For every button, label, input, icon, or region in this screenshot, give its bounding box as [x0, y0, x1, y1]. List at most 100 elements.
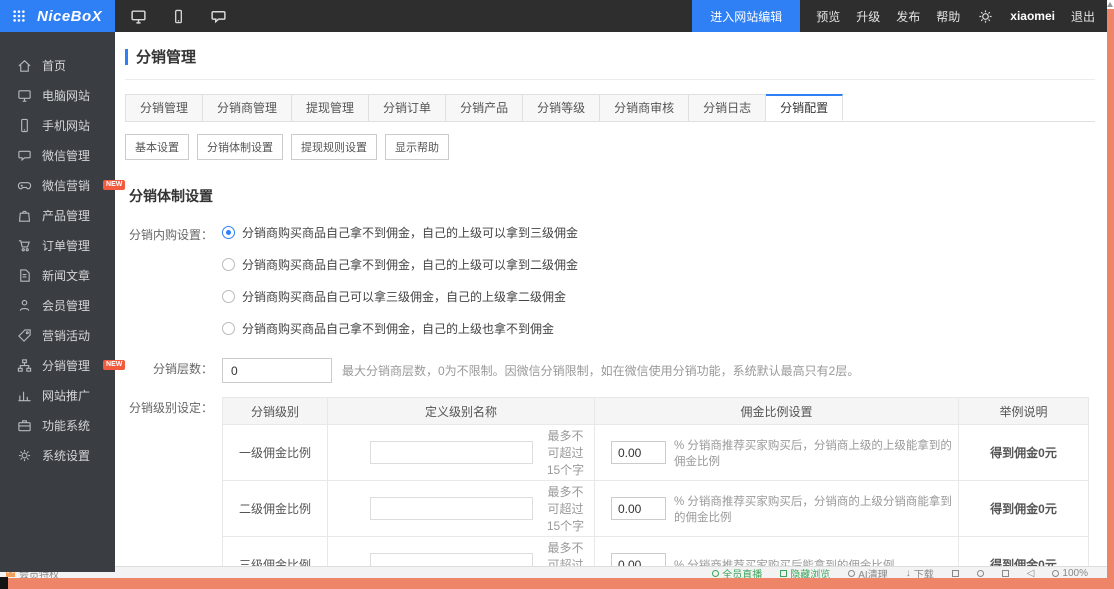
status-zoom-item[interactable]: 100% [1052, 568, 1088, 579]
basic-settings-button[interactable]: 基本设置 [125, 134, 189, 160]
bottom-left-corner [0, 577, 8, 589]
levels-hint: 最大分销商层数，0为不限制。因微信分销限制，如在微信使用分销功能，系统默认最高只… [342, 362, 859, 379]
level1-rate-input[interactable] [611, 441, 666, 464]
tab-distribution-levels[interactable]: 分销等级 [523, 94, 600, 121]
tab-distribution-log[interactable]: 分销日志 [689, 94, 766, 121]
radio-icon[interactable] [222, 322, 235, 335]
levels-label: 分销层数： [125, 358, 213, 383]
sidebar: 首页 电脑网站 手机网站 微信管理 微信营销 NEW 产品管理 订单管理 [0, 32, 115, 572]
logout-link[interactable]: 退出 [1071, 8, 1095, 25]
sidebar-item-products[interactable]: 产品管理 [0, 200, 115, 230]
dot-icon [712, 570, 719, 577]
inner-purchase-option-2[interactable]: 分销商购买商品自己拿不到佣金，自己的上级可以拿到二级佣金 [222, 256, 578, 273]
config-subnav: 基本设置 分销体制设置 提现规则设置 显示帮助 [125, 134, 1107, 160]
window-icon [952, 570, 959, 577]
sidebar-item-orders[interactable]: 订单管理 [0, 230, 115, 260]
table-row: 三级佣金比例 最多不可超过15个字 % 分销商推荐买家购买后能拿到的佣金比例 得… [223, 537, 1089, 567]
system-settings-button[interactable]: 分销体制设置 [197, 134, 283, 160]
settings-gear-icon[interactable] [976, 7, 994, 25]
app-grid-icon [10, 7, 28, 25]
chat-icon [17, 148, 32, 163]
sidebar-item-marketing[interactable]: 营销活动 [0, 320, 115, 350]
section-heading-system: 分销体制设置 [129, 186, 1107, 206]
radio-icon[interactable] [222, 258, 235, 271]
table-header-row: 分销级别 定义级别名称 佣金比例设置 举例说明 [223, 398, 1089, 425]
upgrade-link[interactable]: 升级 [856, 8, 880, 25]
publish-link[interactable]: 发布 [896, 8, 920, 25]
status-sound-item[interactable]: ◁ [1027, 568, 1035, 579]
new-badge: NEW [103, 180, 125, 190]
new-badge: NEW [103, 360, 125, 370]
enter-site-editor-button[interactable]: 进入网站编辑 [692, 0, 800, 32]
document-icon [17, 268, 32, 283]
tab-distribution-config[interactable]: 分销配置 [766, 94, 843, 121]
app-logo[interactable]: NiceBoX [0, 0, 115, 32]
sidebar-item-system-settings[interactable]: 系统设置 [0, 440, 115, 470]
inner-purchase-option-4[interactable]: 分销商购买商品自己拿不到佣金，自己的上级也拿不到佣金 [222, 320, 578, 337]
status-window-item[interactable] [952, 570, 959, 577]
radio-icon[interactable] [222, 290, 235, 303]
status-block-item[interactable] [977, 570, 984, 577]
level-name: 二级佣金比例 [223, 481, 328, 537]
sidebar-item-promotion[interactable]: 网站推广 [0, 380, 115, 410]
sidebar-item-mobile-site[interactable]: 手机网站 [0, 110, 115, 140]
scrollbar-up-arrow[interactable] [1107, 2, 1113, 7]
game-icon [17, 178, 32, 193]
level-name: 一级佣金比例 [223, 425, 328, 481]
title-accent-bar [125, 49, 128, 65]
logo-text: NiceBoX [37, 8, 102, 25]
table-row: 一级佣金比例 最多不可超过15个字 % 分销商推荐买家购买后，分销商上级的上级能… [223, 425, 1089, 481]
sidebar-item-wechat-mgmt[interactable]: 微信管理 [0, 140, 115, 170]
tab-withdrawal-mgmt[interactable]: 提现管理 [292, 94, 369, 121]
level-table-label: 分销级别设定： [125, 397, 213, 566]
show-help-button[interactable]: 显示帮助 [385, 134, 449, 160]
phone-icon [17, 118, 32, 133]
block-icon [977, 570, 984, 577]
sidebar-item-wechat-marketing[interactable]: 微信营销 NEW [0, 170, 115, 200]
page-title: 分销管理 [136, 46, 196, 67]
level1-name-input[interactable] [370, 441, 533, 464]
level3-name-input[interactable] [370, 553, 533, 566]
screen: NiceBoX 进入网站编辑 预览 升级 发布 帮助 xiaomei 退出 [0, 0, 1114, 589]
main-content: 分销管理 分销管理 分销商管理 提现管理 分销订单 分销产品 分销等级 分销商审… [115, 32, 1107, 566]
level-name: 三级佣金比例 [223, 537, 328, 567]
username[interactable]: xiaomei [1010, 9, 1055, 23]
levels-input[interactable] [222, 358, 332, 383]
level2-name-input[interactable] [370, 497, 533, 520]
sidebar-item-home[interactable]: 首页 [0, 50, 115, 80]
tab-distribution-products[interactable]: 分销产品 [446, 94, 523, 121]
inner-purchase-option-1[interactable]: 分销商购买商品自己拿不到佣金，自己的上级可以拿到三级佣金 [222, 224, 578, 241]
inner-purchase-option-3[interactable]: 分销商购买商品自己可以拿三级佣金，自己的上级拿二级佣金 [222, 288, 578, 305]
mobile-view-icon[interactable] [169, 7, 187, 25]
desktop-view-icon[interactable] [129, 7, 147, 25]
tab-distributor-review[interactable]: 分销商审核 [600, 94, 689, 121]
tab-distributor-mgmt[interactable]: 分销商管理 [203, 94, 292, 121]
preview-link[interactable]: 预览 [816, 8, 840, 25]
sidebar-item-members[interactable]: 会员管理 [0, 290, 115, 320]
example-text: 得到佣金0元 [959, 537, 1089, 567]
radio-selected-icon[interactable] [222, 226, 235, 239]
tab-distribution-orders[interactable]: 分销订单 [369, 94, 446, 121]
sidebar-item-functions[interactable]: 功能系统 [0, 410, 115, 440]
dot-icon [848, 570, 855, 577]
help-link[interactable]: 帮助 [936, 8, 960, 25]
bag-icon [17, 208, 32, 223]
sidebar-item-pc-site[interactable]: 电脑网站 [0, 80, 115, 110]
status-panel-item[interactable] [1002, 570, 1009, 577]
commission-level-table: 分销级别 定义级别名称 佣金比例设置 举例说明 一级佣金比例 最多不可超过15个… [222, 397, 1089, 566]
tab-distribution-mgmt[interactable]: 分销管理 [125, 94, 203, 121]
speaker-icon: ◁ [1027, 568, 1035, 579]
chart-icon [17, 388, 32, 403]
withdrawal-rules-button[interactable]: 提现规则设置 [291, 134, 377, 160]
level2-rate-input[interactable] [611, 497, 666, 520]
level3-rate-input[interactable] [611, 553, 666, 566]
wechat-view-icon[interactable] [209, 7, 227, 25]
sitemap-icon [17, 358, 32, 373]
sidebar-item-distribution[interactable]: 分销管理 NEW [0, 350, 115, 380]
table-row: 二级佣金比例 最多不可超过15个字 % 分销商推荐买家购买后，分销商的上级分销商… [223, 481, 1089, 537]
user-icon [17, 298, 32, 313]
capture-frame-bottom [8, 578, 1114, 589]
zoom-icon [1052, 570, 1059, 577]
sidebar-item-news[interactable]: 新闻文章 [0, 260, 115, 290]
cart-icon [17, 238, 32, 253]
